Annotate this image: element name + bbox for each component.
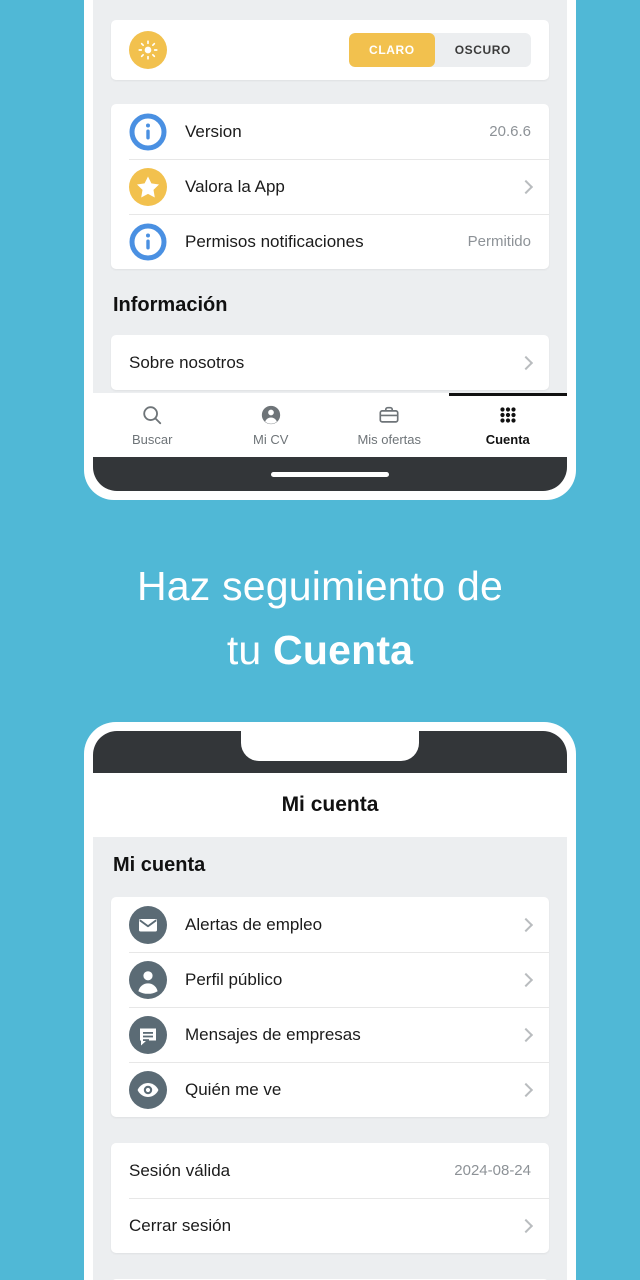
theme-toggle-card: CLARO OSCURO xyxy=(111,20,549,80)
settings-row-version[interactable]: Version 20.6.6 xyxy=(111,104,549,159)
session-row-cerrar-sesion[interactable]: Cerrar sesión xyxy=(111,1198,549,1253)
nav-label: Mis ofertas xyxy=(357,432,422,447)
eye-icon xyxy=(129,1070,167,1109)
permisos-value: Permitido xyxy=(467,233,531,250)
settings-row-valora-la-app[interactable]: Valora la App xyxy=(111,159,549,214)
chevron-right-icon xyxy=(518,179,534,194)
session-card: Sesión válida 2024-08-24 Cerrar sesión xyxy=(111,1143,549,1253)
theme-option-claro[interactable]: CLARO xyxy=(349,33,435,67)
account-row-label: Mensajes de empresas xyxy=(185,1024,361,1044)
headline-line-2-bold: Cuenta xyxy=(273,626,414,673)
account-row-alertas-de-empleo[interactable]: Alertas de empleo xyxy=(111,897,549,952)
account-row-mensajes-de-empresas[interactable]: Mensajes de empresas xyxy=(111,1007,549,1062)
settings-row-permisos-notificaciones[interactable]: Permisos notificaciones Permitido xyxy=(111,214,549,269)
chevron-right-icon xyxy=(518,917,534,932)
nav-item-buscar[interactable]: Buscar xyxy=(93,393,212,457)
section-title-informacion: Información xyxy=(113,294,228,316)
chevron-right-icon xyxy=(518,1082,534,1097)
grid-icon xyxy=(497,403,519,427)
theme-segmented-control[interactable]: CLARO OSCURO xyxy=(349,33,531,67)
version-value: 20.6.6 xyxy=(489,123,531,140)
phone-bottom-screen: Mi cuenta Mi cuenta Alertas de empleo Pe… xyxy=(93,731,567,1280)
settings-row-label: Valora la App xyxy=(185,176,285,196)
chevron-right-icon xyxy=(518,1027,534,1042)
phone-top-screen: Configuración xyxy=(93,0,567,491)
info-row-label: Sobre nosotros xyxy=(129,352,245,372)
page-headline: Haz seguimiento de tu Cuenta xyxy=(0,555,640,682)
nav-item-cuenta[interactable]: Cuenta xyxy=(448,393,568,457)
sun-icon xyxy=(129,31,167,69)
chevron-right-icon xyxy=(518,1218,534,1233)
bottom-navigation: Buscar Mi CV Mis ofertas Cuenta xyxy=(93,393,567,457)
account-row-quien-me-ve[interactable]: Quién me ve xyxy=(111,1062,549,1117)
search-icon xyxy=(141,403,163,427)
account-card: Alertas de empleo Perfil público Mensaje… xyxy=(111,897,549,1117)
info-icon xyxy=(129,113,167,151)
briefcase-icon xyxy=(378,403,400,427)
nav-label: Mi CV xyxy=(253,432,289,447)
status-bar xyxy=(93,731,567,773)
settings-card: Version 20.6.6 Valora la App Permisos no… xyxy=(111,104,549,269)
section-title-mi-cuenta: Mi cuenta xyxy=(113,854,206,876)
account-row-perfil-publico[interactable]: Perfil público xyxy=(111,952,549,1007)
mail-icon xyxy=(129,905,167,944)
message-icon xyxy=(129,1015,167,1054)
headline-line-2-normal: tu xyxy=(226,626,274,673)
session-row-label: Cerrar sesión xyxy=(129,1215,232,1235)
person-icon xyxy=(129,960,167,999)
chevron-right-icon xyxy=(518,355,534,370)
nav-item-mi-cv[interactable]: Mi CV xyxy=(212,393,331,457)
phone-mockup-bottom: Mi cuenta Mi cuenta Alertas de empleo Pe… xyxy=(84,722,576,1280)
account-row-label: Perfil público xyxy=(185,969,283,989)
headline-line-2: tu Cuenta xyxy=(0,619,640,683)
star-icon xyxy=(129,167,167,206)
nav-label: Cuenta xyxy=(485,432,530,447)
phone-mockup-top: Configuración xyxy=(84,0,576,500)
session-row-sesion-valida: Sesión válida 2024-08-24 xyxy=(111,1143,549,1198)
nav-label: Buscar xyxy=(132,432,173,447)
theme-option-oscuro[interactable]: OSCURO xyxy=(435,33,531,67)
session-valid-date: 2024-08-24 xyxy=(454,1162,531,1179)
settings-row-label: Permisos notificaciones xyxy=(185,231,364,251)
info-card: Sobre nosotros xyxy=(111,335,549,390)
account-row-label: Alertas de empleo xyxy=(185,914,323,934)
notch xyxy=(241,731,419,761)
chevron-right-icon xyxy=(518,972,534,987)
app-bar-title: Mi cuenta xyxy=(93,773,567,837)
info-icon xyxy=(129,223,167,261)
session-row-label: Sesión válida xyxy=(129,1160,231,1180)
person-icon xyxy=(260,403,282,427)
headline-line-1: Haz seguimiento de xyxy=(137,563,503,609)
account-row-label: Quién me ve xyxy=(185,1079,282,1099)
info-row-sobre-nosotros[interactable]: Sobre nosotros xyxy=(111,335,549,390)
gesture-bar xyxy=(93,457,567,491)
settings-row-label: Version xyxy=(185,121,242,141)
nav-item-mis-ofertas[interactable]: Mis ofertas xyxy=(330,393,449,457)
